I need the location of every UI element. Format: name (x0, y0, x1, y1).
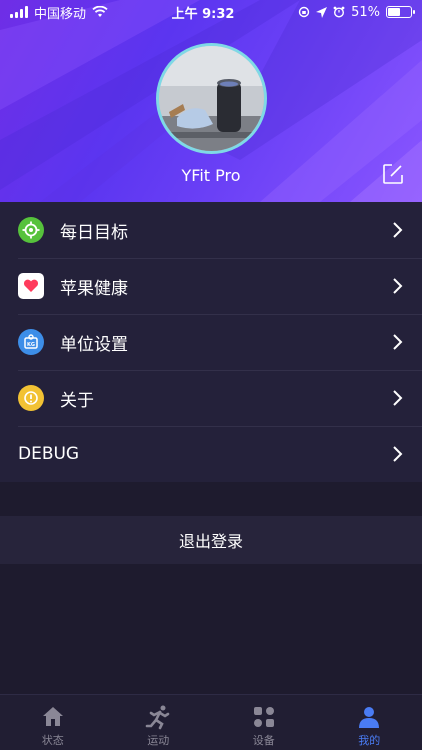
carrier-name: 中国移动 (34, 6, 87, 22)
tab-label: 设备 (252, 734, 275, 747)
menu-item-label: 每日目标 (60, 222, 128, 243)
avatar-photo (159, 46, 264, 151)
person-icon (359, 707, 380, 728)
heart-icon (18, 273, 44, 299)
tab-sports[interactable]: 运动 (106, 695, 212, 750)
menu-item-apple-health[interactable]: 苹果健康 (0, 258, 422, 314)
svg-text:KG: KG (27, 342, 35, 348)
clock: 上午 9:32 (171, 6, 235, 22)
menu-item-label: DEBUG (18, 444, 80, 464)
target-icon (18, 217, 44, 243)
menu-item-label: 关于 (60, 390, 94, 411)
devices-icon (253, 707, 274, 727)
home-icon (42, 707, 63, 726)
tab-label: 运动 (147, 734, 170, 747)
chevron-right-icon (393, 334, 403, 350)
running-icon (145, 705, 170, 730)
settings-menu: 每日目标 苹果健康 KG 单位设置 关于 DEBUG (0, 202, 422, 482)
battery-percent: 51% (351, 4, 380, 20)
info-icon (18, 385, 44, 411)
menu-item-about[interactable]: 关于 (0, 370, 422, 426)
username: YFit Pro (181, 166, 241, 185)
menu-item-daily-goal[interactable]: 每日目标 (0, 202, 422, 258)
tab-devices[interactable]: 设备 (211, 695, 317, 750)
menu-item-label: 苹果健康 (60, 278, 128, 299)
battery-icon (385, 6, 415, 18)
chevron-right-icon (393, 390, 403, 406)
tab-label: 状态 (41, 734, 64, 747)
logout-button[interactable]: 退出登录 (0, 516, 422, 564)
chevron-right-icon (393, 278, 403, 294)
tab-label: 我的 (358, 734, 381, 747)
profile-header: 中国移动 上午 9:32 51% YFit Pro (0, 0, 422, 202)
menu-item-label: 单位设置 (60, 334, 128, 355)
location-icon (316, 6, 328, 18)
wifi-icon (92, 6, 108, 17)
status-bar: 中国移动 上午 9:32 51% (0, 0, 422, 24)
weight-icon: KG (18, 329, 44, 355)
alarm-icon (333, 6, 345, 18)
rotation-lock-icon (298, 6, 310, 18)
menu-item-debug[interactable]: DEBUG (0, 426, 422, 482)
menu-item-unit-settings[interactable]: KG 单位设置 (0, 314, 422, 370)
tab-profile[interactable]: 我的 (317, 695, 422, 750)
edit-profile-icon[interactable] (381, 162, 405, 186)
avatar[interactable] (156, 43, 267, 154)
tab-bar: 状态 运动 设备 我的 (0, 694, 422, 750)
chevron-right-icon (393, 446, 403, 462)
tab-status[interactable]: 状态 (0, 695, 106, 750)
chevron-right-icon (393, 222, 403, 238)
cellular-signal-icon (10, 6, 28, 18)
